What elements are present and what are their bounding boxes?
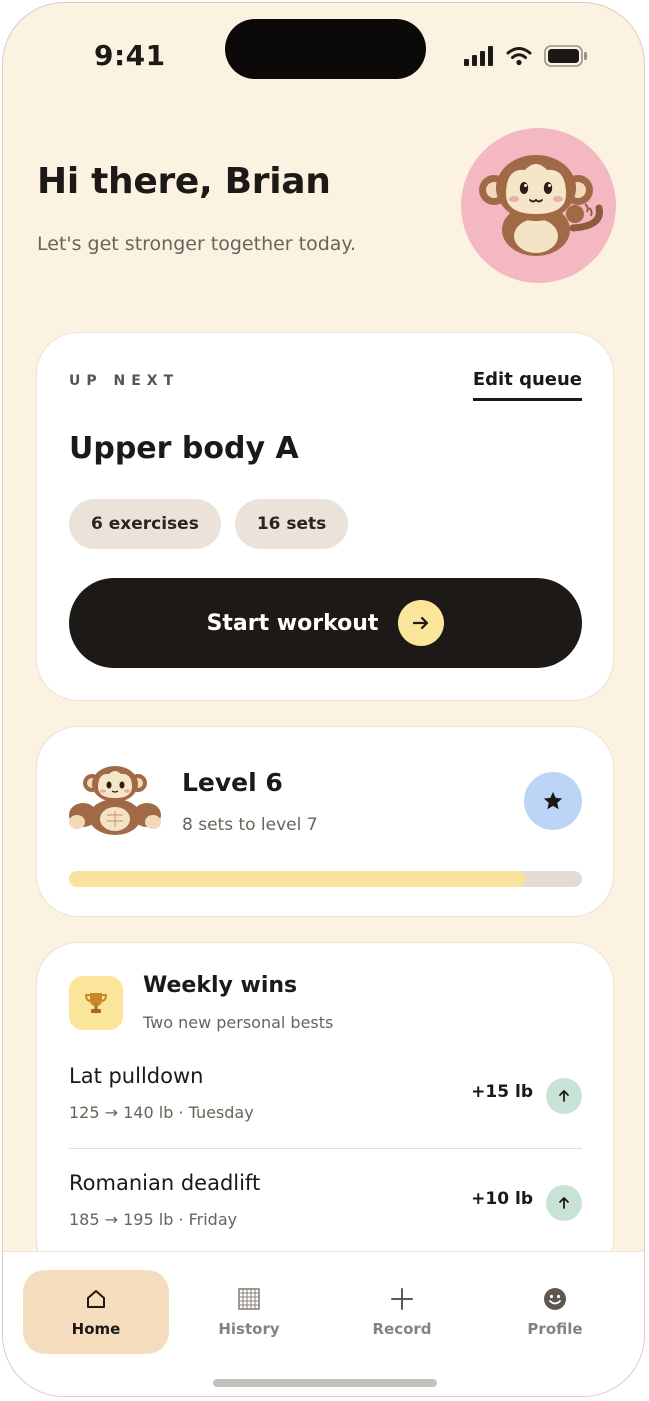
star-icon [524, 772, 582, 830]
weekly-wins-card: Weekly wins Two new personal bests Lat p… [36, 942, 614, 1282]
level-progress-fill [69, 871, 526, 887]
home-icon [85, 1286, 107, 1312]
exercises-chip: 6 exercises [69, 499, 221, 549]
tab-label: Record [372, 1320, 432, 1338]
level-title: Level 6 [182, 768, 283, 797]
tab-label: Home [71, 1320, 121, 1338]
exercise-detail: 125 → 140 lb · Tuesday [69, 1103, 254, 1122]
monkey-mascot-icon [479, 155, 603, 256]
status-icons [464, 45, 588, 67]
weekly-wins-title: Weekly wins [143, 973, 298, 998]
level-card[interactable]: Level 6 8 sets to level 7 [36, 726, 614, 917]
exercise-name: Romanian deadlift [69, 1171, 261, 1195]
wifi-icon [506, 47, 532, 66]
plus-icon [390, 1286, 414, 1312]
tab-label: History [218, 1320, 280, 1338]
home-indicator [213, 1379, 437, 1387]
flexing-monkey-icon [67, 765, 163, 837]
weekly-wins-subtitle: Two new personal bests [143, 1013, 334, 1032]
edit-queue-link[interactable]: Edit queue [472, 369, 582, 401]
greeting-subtitle: Let's get stronger together today. [37, 233, 357, 255]
calendar-grid-icon [237, 1286, 261, 1312]
exercise-name: Lat pulldown [69, 1064, 204, 1088]
greeting-title: Hi there, Brian [37, 161, 331, 202]
list-item[interactable]: Romanian deadlift 185 → 195 lb · Friday … [69, 1167, 582, 1247]
arrow-up-icon [546, 1078, 582, 1114]
trophy-icon [69, 976, 123, 1030]
up-next-eyebrow: UP NEXT [69, 373, 180, 389]
level-subtitle: 8 sets to level 7 [182, 815, 318, 835]
arrow-up-icon [546, 1185, 582, 1221]
weight-delta: +15 lb [471, 1082, 533, 1102]
phone-screen: 9:41 Hi there, Brian Let's get stronger … [2, 2, 645, 1397]
tab-profile[interactable]: Profile [482, 1270, 628, 1354]
tab-bar: Home History Record Profile [3, 1251, 644, 1396]
workout-chips: 6 exercises 16 sets [69, 499, 349, 549]
tab-history[interactable]: History [176, 1270, 322, 1354]
smiley-icon [543, 1286, 567, 1312]
tab-label: Profile [527, 1320, 583, 1338]
dynamic-island [225, 19, 426, 79]
exercise-detail: 185 → 195 lb · Friday [69, 1210, 238, 1229]
start-workout-label: Start workout [206, 610, 379, 636]
battery-icon [544, 45, 587, 67]
level-progress-bar [69, 871, 582, 887]
tab-home[interactable]: Home [23, 1270, 169, 1354]
status-time: 9:41 [94, 39, 166, 72]
sets-chip: 16 sets [234, 499, 349, 549]
tab-record[interactable]: Record [329, 1270, 475, 1354]
weight-delta: +10 lb [471, 1189, 533, 1209]
arrow-right-icon [398, 600, 445, 646]
divider [69, 1148, 582, 1149]
list-item[interactable]: Lat pulldown 125 → 140 lb · Tuesday +15 … [69, 1060, 582, 1140]
signal-icon [464, 46, 493, 66]
start-workout-button[interactable]: Start workout [69, 578, 582, 668]
up-next-card: UP NEXT Edit queue Upper body A 6 exerci… [36, 332, 614, 701]
workout-title: Upper body A [69, 431, 299, 466]
avatar[interactable] [461, 128, 616, 283]
